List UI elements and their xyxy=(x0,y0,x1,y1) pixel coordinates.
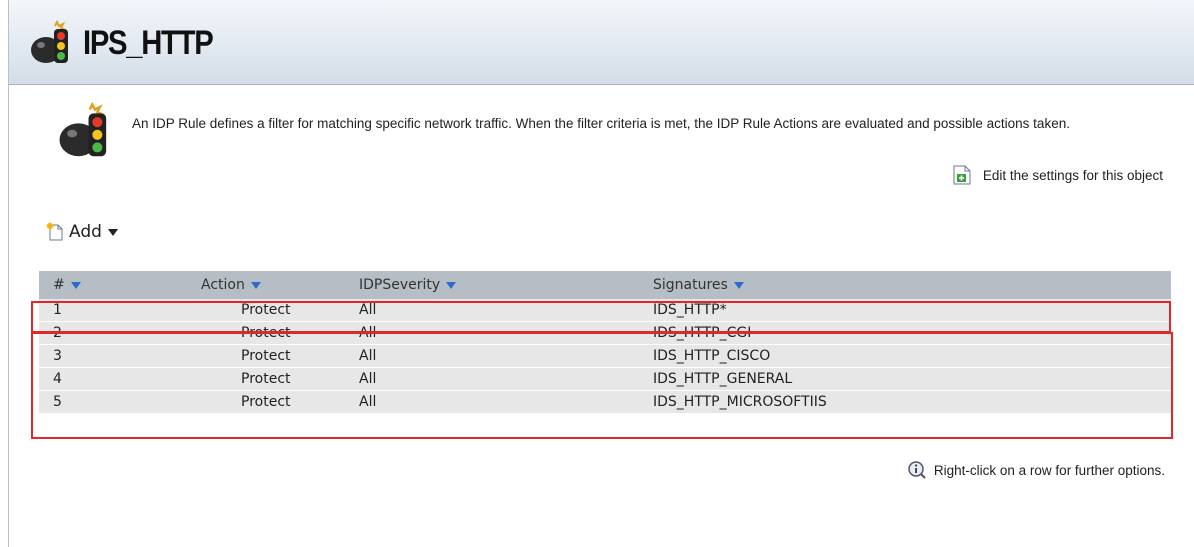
cell-signatures: IDS_HTTP_GENERAL xyxy=(653,371,793,387)
cell-number: 5 xyxy=(53,394,62,410)
cell-action: Protect xyxy=(241,394,291,410)
idp-rules-table: # Action IDPSeverity Signatures 1 Protec… xyxy=(39,271,1171,414)
sort-caret-icon[interactable] xyxy=(250,281,261,289)
cell-action: Protect xyxy=(241,371,291,387)
cell-number: 3 xyxy=(53,348,62,364)
column-header-idpseverity[interactable]: IDPSeverity xyxy=(345,271,639,299)
right-click-hint: Right-click on a row for further options… xyxy=(907,458,1165,482)
info-magnifier-icon xyxy=(908,461,926,479)
cell-action: Protect xyxy=(241,302,291,318)
cell-severity: All xyxy=(359,325,377,341)
cell-action: Protect xyxy=(241,348,291,364)
new-document-icon xyxy=(46,222,63,241)
cell-number: 4 xyxy=(53,371,62,387)
cell-number: 1 xyxy=(53,302,62,318)
table-row[interactable]: 5 Protect All IDS_HTTP_MICROSOFTIIS xyxy=(39,390,1171,414)
table-row[interactable]: 4 Protect All IDS_HTTP_GENERAL xyxy=(39,367,1171,391)
title-bar: IPS_HTTP xyxy=(9,0,1194,85)
add-button[interactable]: Add xyxy=(45,220,118,244)
cell-severity: All xyxy=(359,302,377,318)
chevron-down-icon xyxy=(107,228,118,236)
cell-severity: All xyxy=(359,371,377,387)
cell-signatures: IDS_HTTP_CGI xyxy=(653,325,752,341)
cell-severity: All xyxy=(359,394,377,410)
sort-caret-icon[interactable] xyxy=(446,281,457,289)
cell-signatures: IDS_HTTP_CISCO xyxy=(653,348,771,364)
table-row[interactable]: 1 Protect All IDS_HTTP* xyxy=(39,299,1171,322)
page-title: IPS_HTTP xyxy=(83,24,214,62)
sort-caret-icon[interactable] xyxy=(733,281,744,289)
ips-http-panel: IPS_HTTP An IDP Rule defines a filter fo… xyxy=(8,0,1194,547)
edit-settings-label: Edit the settings for this object xyxy=(982,167,1163,183)
column-header-signatures[interactable]: Signatures xyxy=(639,271,1171,299)
cell-signatures: IDS_HTTP_MICROSOFTIIS xyxy=(653,394,827,410)
column-header-number[interactable]: # xyxy=(39,271,127,299)
cell-action: Protect xyxy=(241,325,291,341)
hint-text: Right-click on a row for further options… xyxy=(933,462,1165,478)
cell-severity: All xyxy=(359,348,377,364)
table-row[interactable]: 3 Protect All IDS_HTTP_CISCO xyxy=(39,344,1171,368)
table-header-row: # Action IDPSeverity Signatures xyxy=(39,271,1171,299)
cell-signatures: IDS_HTTP* xyxy=(653,302,727,318)
add-label: Add xyxy=(69,222,102,242)
sort-caret-icon[interactable] xyxy=(70,281,81,289)
traffic-light-bomb-icon xyxy=(31,20,68,63)
edit-settings-link[interactable]: Edit the settings for this object xyxy=(951,163,1163,187)
cell-number: 2 xyxy=(53,325,62,341)
traffic-light-bomb-icon xyxy=(59,102,107,157)
table-row[interactable]: 2 Protect All IDS_HTTP_CGI xyxy=(39,321,1171,345)
column-header-action[interactable]: Action xyxy=(127,271,345,299)
edit-document-icon xyxy=(953,165,971,185)
description-text: An IDP Rule defines a filter for matchin… xyxy=(132,116,1070,131)
